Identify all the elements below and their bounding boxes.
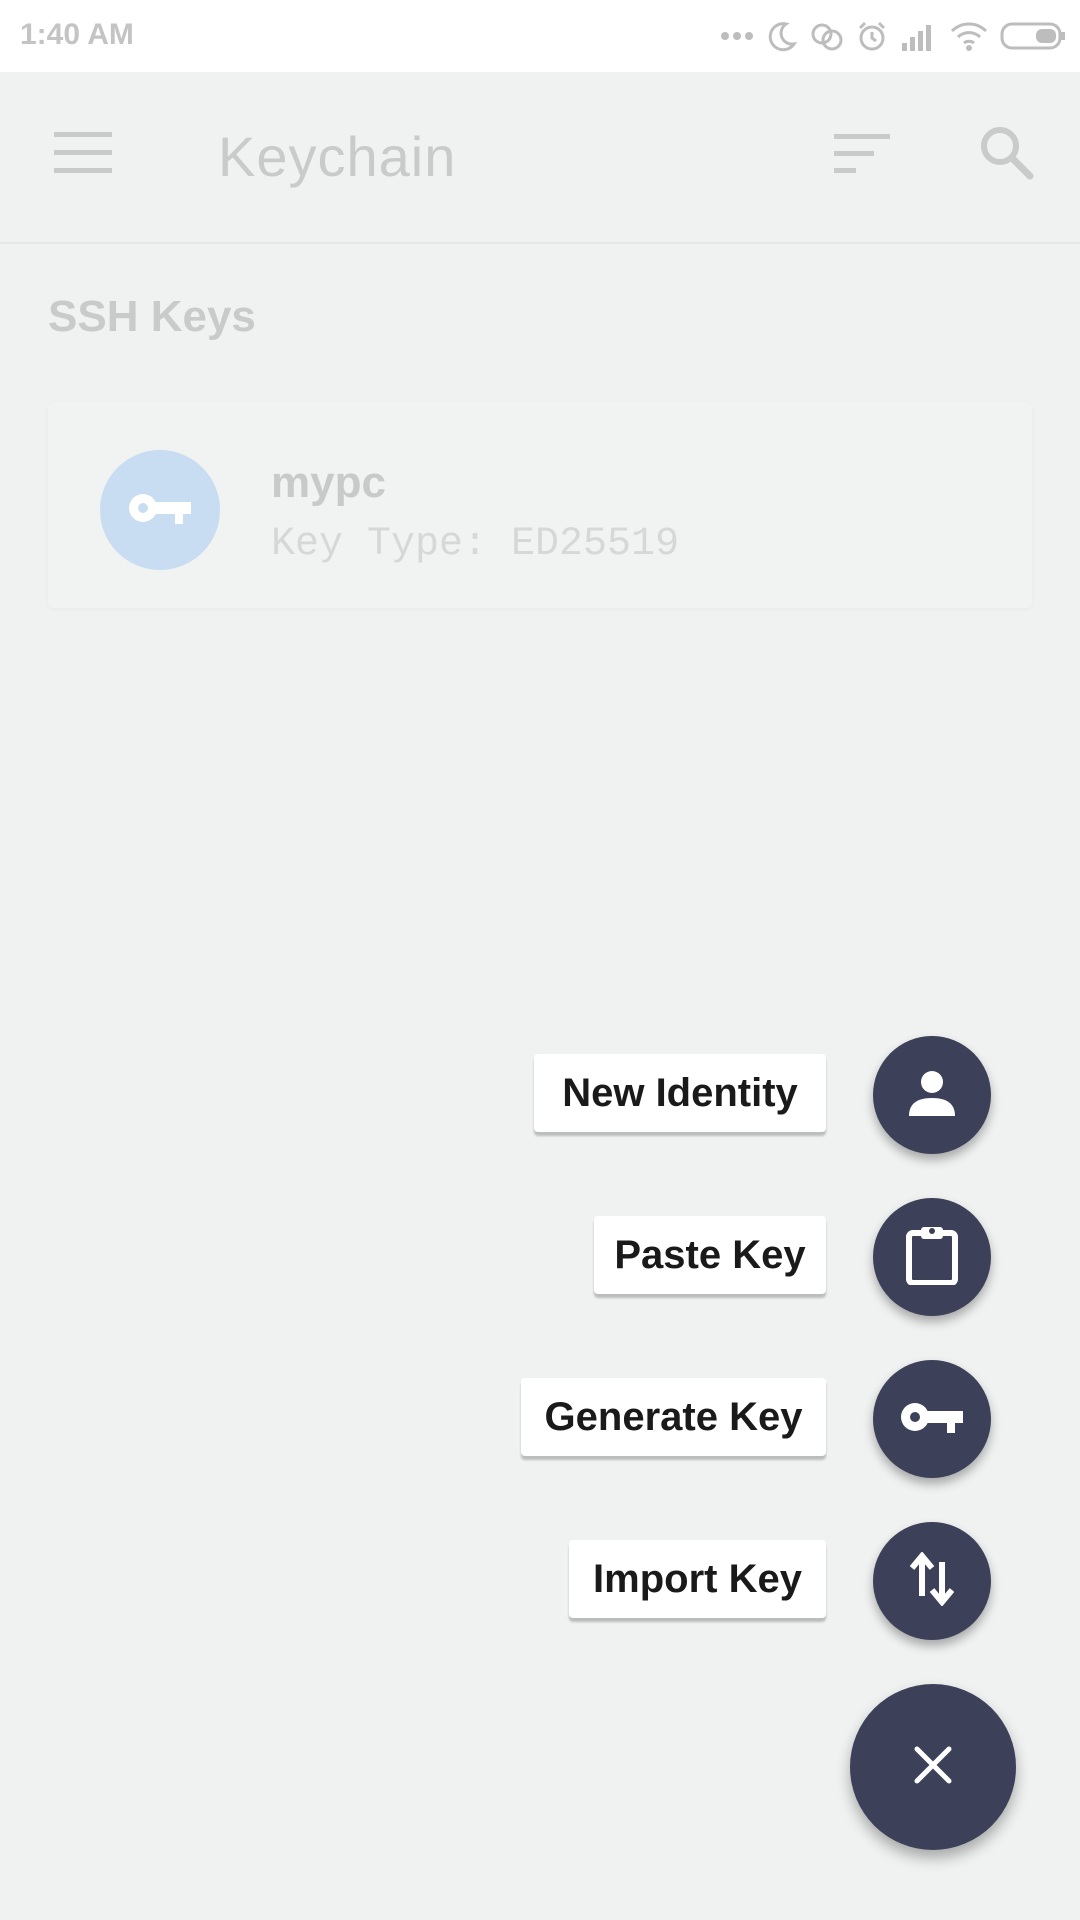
key-avatar: [100, 450, 220, 570]
alarm-icon: [856, 20, 888, 57]
status-icons: [720, 18, 1066, 58]
sync-icon: [810, 20, 844, 57]
close-icon: [913, 1745, 953, 1790]
paste-key-button[interactable]: [873, 1198, 991, 1316]
key-name: mypc: [271, 458, 386, 507]
battery-icon: [1000, 21, 1066, 56]
paste-key-label[interactable]: Paste Key: [594, 1216, 826, 1294]
page-title: Keychain: [218, 125, 457, 188]
app-bar: Keychain: [0, 72, 1080, 244]
import-key-label[interactable]: Import Key: [569, 1540, 826, 1618]
sort-icon[interactable]: [834, 134, 892, 179]
import-key-button[interactable]: [873, 1522, 991, 1640]
new-identity-button[interactable]: [873, 1036, 991, 1154]
do-not-disturb-moon-icon: [766, 20, 798, 57]
new-identity-label[interactable]: New Identity: [534, 1054, 826, 1132]
status-time: 1:40 AM: [20, 18, 134, 51]
key-icon: [899, 1397, 965, 1442]
menu-icon[interactable]: [54, 132, 112, 179]
section-title: SSH Keys: [48, 292, 256, 341]
key-type: Key Type: ED25519: [271, 522, 680, 567]
person-icon: [905, 1066, 959, 1125]
key-card[interactable]: mypc Key Type: ED25519: [48, 402, 1032, 608]
generate-key-label[interactable]: Generate Key: [521, 1378, 826, 1456]
more-notifications-icon: [720, 29, 754, 47]
generate-key-button[interactable]: [873, 1360, 991, 1478]
signal-icon: [900, 21, 938, 56]
status-bar: 1:40 AM: [0, 0, 1080, 72]
wifi-icon: [950, 21, 988, 56]
clipboard-icon: [905, 1225, 959, 1290]
search-icon[interactable]: [978, 124, 1034, 185]
close-fab-button[interactable]: [850, 1684, 1016, 1850]
key-icon: [127, 488, 193, 533]
swap-vertical-icon: [909, 1550, 955, 1611]
